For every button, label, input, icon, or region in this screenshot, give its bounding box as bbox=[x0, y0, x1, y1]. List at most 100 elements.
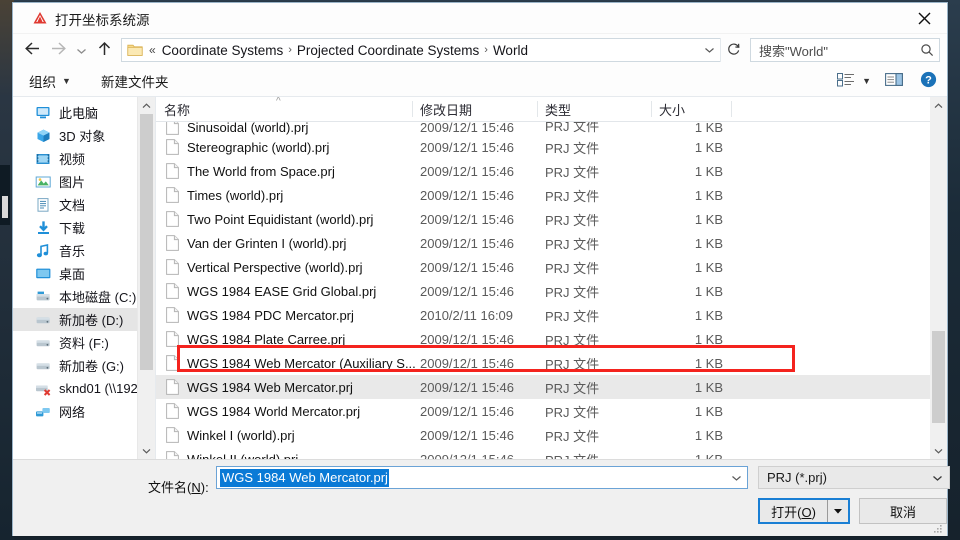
file-date-cell: 2009/12/1 15:46 bbox=[420, 259, 514, 275]
table-row[interactable]: Winkel I (world).prj 2009/12/1 15:46 PRJ 文… bbox=[156, 423, 947, 447]
file-size-cell: 1 KB bbox=[694, 403, 723, 419]
cancel-button[interactable]: 取消 bbox=[859, 498, 947, 524]
file-size-cell: 1 KB bbox=[694, 355, 723, 371]
sidebar-item-9[interactable]: 本地磁盘 (C:) bbox=[13, 285, 155, 308]
forward-button[interactable] bbox=[45, 34, 71, 66]
sidebar-item-10[interactable]: 新加卷 (D:) bbox=[13, 308, 155, 331]
sidebar-item-6[interactable]: 下载 bbox=[13, 216, 155, 239]
breadcrumb-separator-1[interactable]: › bbox=[286, 44, 294, 56]
column-divider-4[interactable] bbox=[731, 101, 732, 117]
back-button[interactable] bbox=[19, 34, 45, 66]
sidebar-item-4[interactable]: 图片 bbox=[13, 170, 155, 193]
table-row[interactable]: Stereographic (world).prj 2009/12/1 15:46… bbox=[156, 135, 947, 159]
table-row[interactable]: Sinusoidal (world).prj 2009/12/1 15:46 PRJ… bbox=[156, 122, 947, 135]
table-row[interactable]: WGS 1984 Web Mercator.prj 2009/12/1 15:46… bbox=[156, 375, 947, 399]
file-name-label: The World from Space.prj bbox=[187, 163, 335, 179]
column-header-name[interactable]: 名称 ^ bbox=[156, 97, 412, 121]
file-list-scroll-thumb[interactable] bbox=[932, 331, 945, 423]
sidebar-item-1[interactable]: 此电脑 bbox=[13, 101, 155, 124]
search-box[interactable]: 搜索"World" bbox=[750, 38, 940, 62]
column-header-size-label: 大小 bbox=[659, 102, 686, 118]
address-dropdown-button[interactable] bbox=[698, 46, 720, 54]
open-button[interactable]: 打开(O) bbox=[758, 498, 850, 524]
recent-locations-button[interactable] bbox=[71, 34, 91, 66]
file-type-cell: PRJ 文件 bbox=[545, 140, 600, 156]
sidebar-item-2[interactable]: 3D 对象 bbox=[13, 124, 155, 147]
help-icon: ? bbox=[920, 71, 937, 91]
file-type-cell: PRJ 文件 bbox=[545, 212, 600, 228]
table-row[interactable]: WGS 1984 Web Mercator (Auxiliary S... 200… bbox=[156, 351, 947, 375]
file-date-cell: 2009/12/1 15:46 bbox=[420, 163, 514, 179]
refresh-button[interactable] bbox=[720, 38, 747, 62]
resize-grip-icon[interactable] bbox=[933, 522, 943, 533]
table-row[interactable]: WGS 1984 PDC Mercator.prj 2010/2/11 16:09… bbox=[156, 303, 947, 327]
chevron-up-icon[interactable] bbox=[138, 97, 155, 114]
table-row[interactable]: Winkel II (world).prj 2009/12/1 15:46 PRJ … bbox=[156, 447, 947, 459]
view-list-icon bbox=[837, 72, 855, 90]
file-type-cell: PRJ 文件 bbox=[545, 260, 600, 276]
file-date-cell: 2009/12/1 15:46 bbox=[420, 235, 514, 251]
filename-label-key: N bbox=[191, 480, 201, 495]
breadcrumb-item-3[interactable]: World bbox=[490, 43, 531, 58]
preview-pane-button[interactable] bbox=[885, 66, 903, 96]
table-row[interactable]: Two Point Equidistant (world).prj 2009/12… bbox=[156, 207, 947, 231]
table-row[interactable]: WGS 1984 Plate Carree.prj 2009/12/1 15:46… bbox=[156, 327, 947, 351]
close-button[interactable] bbox=[901, 3, 947, 33]
chevron-down-icon[interactable] bbox=[925, 474, 949, 482]
sidebar-scroll-thumb[interactable] bbox=[140, 114, 153, 370]
sidebar-item-13[interactable]: sknd01 (\\192. bbox=[13, 377, 155, 400]
table-row[interactable]: Times (world).prj 2009/12/1 15:46 PRJ 文件 1 … bbox=[156, 183, 947, 207]
view-options-caret[interactable]: ▼ bbox=[862, 66, 871, 96]
table-row[interactable]: Van der Grinten I (world).prj 2009/12/1 1… bbox=[156, 231, 947, 255]
file-name-cell: WGS 1984 PDC Mercator.prj bbox=[156, 307, 354, 323]
chevron-down-icon[interactable] bbox=[930, 442, 947, 459]
chevron-up-icon[interactable] bbox=[930, 97, 947, 114]
filename-dropdown-button[interactable] bbox=[725, 467, 747, 488]
file-name-cell: Van der Grinten I (world).prj bbox=[156, 235, 346, 251]
file-rows: Sinusoidal (world).prj 2009/12/1 15:46 PRJ… bbox=[156, 122, 947, 459]
help-button[interactable]: ? bbox=[920, 66, 937, 96]
up-button[interactable] bbox=[91, 34, 117, 66]
new-folder-button[interactable]: 新建文件夹 bbox=[101, 66, 169, 96]
dialog-content: 此电脑 3D 对象 视频 图片 文档 下载 音乐 桌面 本地磁盘 (C:) 新加卷 (D:) 资料 … bbox=[13, 97, 947, 459]
system-drive-icon bbox=[35, 289, 52, 305]
filename-input-value[interactable]: WGS 1984 Web Mercator.prj bbox=[220, 468, 389, 487]
sidebar-item-7[interactable]: 音乐 bbox=[13, 239, 155, 262]
file-name-label: WGS 1984 Web Mercator (Auxiliary S... bbox=[187, 355, 416, 371]
column-header-size[interactable]: 大小 bbox=[651, 97, 731, 121]
column-header-type[interactable]: 类型 bbox=[537, 97, 651, 121]
breadcrumb-item-2[interactable]: Projected Coordinate Systems bbox=[294, 43, 482, 58]
file-type-cell: PRJ 文件 bbox=[545, 236, 600, 252]
sidebar-item-3[interactable]: 视频 bbox=[13, 147, 155, 170]
filename-input[interactable]: WGS 1984 Web Mercator.prj bbox=[216, 466, 748, 489]
sidebar-item-14[interactable]: 网络 bbox=[13, 400, 155, 423]
sidebar-scrollbar[interactable] bbox=[137, 97, 155, 459]
sidebar-item-11[interactable]: 资料 (F:) bbox=[13, 331, 155, 354]
search-input[interactable]: 搜索"World" bbox=[759, 41, 915, 60]
sidebar-list: 此电脑 3D 对象 视频 图片 文档 下载 音乐 桌面 本地磁盘 (C:) 新加卷 (D:) 资料 … bbox=[13, 97, 155, 423]
breadcrumb-separator-2[interactable]: › bbox=[482, 44, 490, 56]
sidebar-item-5[interactable]: 文档 bbox=[13, 193, 155, 216]
chevron-down-icon[interactable] bbox=[138, 442, 155, 459]
file-icon bbox=[166, 427, 179, 443]
table-row[interactable]: WGS 1984 World Mercator.prj 2009/12/1 15:… bbox=[156, 399, 947, 423]
file-size-cell: 1 KB bbox=[694, 427, 723, 443]
file-type-cell: PRJ 文件 bbox=[545, 380, 600, 396]
dialog-title: 打开坐标系统源 bbox=[55, 13, 150, 28]
file-list-scrollbar[interactable] bbox=[930, 97, 947, 459]
breadcrumb-item-1[interactable]: Coordinate Systems bbox=[159, 43, 287, 58]
filetype-select[interactable]: PRJ (*.prj) bbox=[758, 466, 950, 489]
table-row[interactable]: The World from Space.prj 2009/12/1 15:46 P… bbox=[156, 159, 947, 183]
address-bar[interactable]: « Coordinate Systems › Projected Coordin… bbox=[121, 38, 721, 62]
table-row[interactable]: Vertical Perspective (world).prj 2009/12/… bbox=[156, 255, 947, 279]
column-header-date[interactable]: 修改日期 bbox=[412, 97, 537, 121]
organize-button[interactable]: 组织 ▼ bbox=[29, 66, 71, 96]
file-name-label: WGS 1984 EASE Grid Global.prj bbox=[187, 283, 377, 299]
breadcrumb-overflow[interactable]: « bbox=[143, 43, 159, 57]
table-row[interactable]: WGS 1984 EASE Grid Global.prj 2009/12/1 1… bbox=[156, 279, 947, 303]
open-dropdown-caret[interactable] bbox=[828, 507, 848, 515]
file-name-cell: Sinusoidal (world).prj bbox=[156, 122, 308, 135]
view-options-button[interactable] bbox=[837, 66, 855, 96]
sidebar-item-8[interactable]: 桌面 bbox=[13, 262, 155, 285]
sidebar-item-12[interactable]: 新加卷 (G:) bbox=[13, 354, 155, 377]
